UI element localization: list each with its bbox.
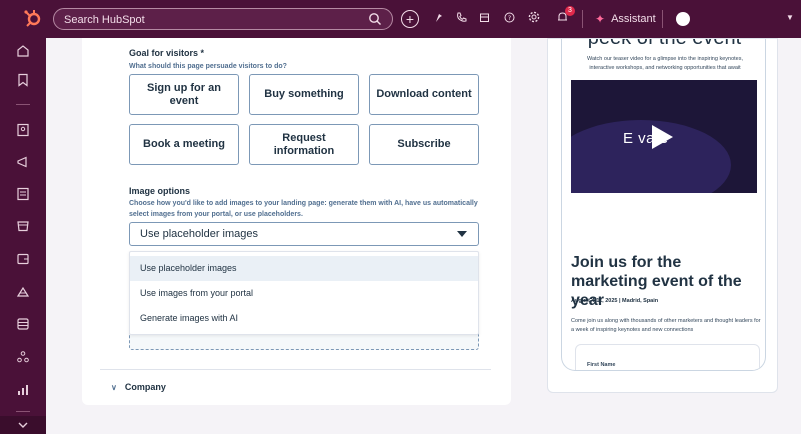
assistant-label: Assistant [611,13,656,25]
phone-icon[interactable] [452,10,470,28]
image-options-label: Image options [129,186,191,196]
left-sidebar [0,38,46,434]
sparkle-icon: ✦ [595,12,606,26]
chevron-down-icon: ∨ [111,382,117,392]
toolbar-divider [582,10,583,28]
mobile-preview-frame[interactable]: peek of the event Watch our teaser video… [561,39,766,371]
company-section-label: Company [124,382,166,392]
goal-option-book-a-meeting[interactable]: Book a meeting [129,124,239,165]
toolbar-divider [662,10,663,28]
search-icon[interactable] [368,12,382,26]
preview-video-thumbnail[interactable]: E vate [571,80,757,193]
play-icon[interactable] [652,125,673,149]
goal-option-download-content[interactable]: Download content [369,74,479,115]
section-divider [100,369,491,370]
preview-hero-title: peek of the event [562,39,765,50]
notification-count-badge: 3 [565,6,575,16]
service-icon[interactable] [15,251,31,267]
goal-label: Goal for visitors * [129,48,205,58]
goal-option-request-information[interactable]: Request information [249,124,359,165]
sidebar-divider [16,411,30,412]
user-avatar[interactable] [676,12,690,26]
preview-signup-form: First Name [575,344,760,370]
image-options-selected-value: Use placeholder images [140,228,259,240]
bookmark-icon[interactable] [15,72,31,88]
image-options-select[interactable]: Use placeholder images [129,222,479,246]
account-chevron-down-icon[interactable]: ▼ [786,13,796,23]
company-section-toggle[interactable]: ∨ Company [111,381,166,393]
preview-teaser-text: Watch our teaser video for a glimpse int… [586,56,743,71]
goal-option-subscribe[interactable]: Subscribe [369,124,479,165]
automation-icon[interactable] [15,284,31,300]
svg-text:?: ? [507,14,510,22]
goal-help-text: What should this page persuade visitors … [129,63,287,70]
reports-chart-icon[interactable] [15,382,31,398]
database-icon[interactable] [15,316,31,332]
landing-page-form-card: Goal for visitors * What should this pag… [82,38,511,405]
marketing-megaphone-icon[interactable] [15,154,31,170]
goal-option-sign-up-for-an-event[interactable]: Sign up for an event [129,74,239,115]
menu-item-use-images-from-portal[interactable]: Use images from your portal [130,281,478,306]
preview-form-field-label: First Name [587,362,616,368]
help-icon[interactable]: ? [500,10,518,28]
commerce-icon[interactable] [15,218,31,234]
caret-down-icon [457,231,467,237]
content-icon[interactable] [15,186,31,202]
assistant-button[interactable]: ✦ Assistant [595,11,656,27]
sidebar-expand-toggle[interactable] [0,416,46,434]
menu-item-generate-images-with-ai[interactable]: Generate images with AI [130,306,478,331]
contacts-icon[interactable] [15,122,31,138]
top-navigation-bar: + ? 3 ✦ Assistant ▼ [0,0,801,38]
flag-icon[interactable] [430,10,448,28]
search-input[interactable] [64,12,354,27]
partners-icon[interactable] [15,349,31,365]
preview-event-date: August 4-11, 2025 | Madrid, Spain [571,298,659,304]
sidebar-divider [16,104,30,105]
preview-event-description: Come join us along with thousands of oth… [571,318,761,333]
landing-page-preview-panel: peek of the event Watch our teaser video… [547,38,778,393]
settings-gear-icon[interactable] [525,10,543,28]
marketplace-icon[interactable] [475,10,493,28]
menu-item-use-placeholder-images[interactable]: Use placeholder images [130,256,478,281]
search-box[interactable] [53,8,393,30]
chevron-down-icon [18,422,28,428]
image-options-dropdown-menu: Use placeholder images Use images from y… [129,251,479,335]
hubspot-logo-icon[interactable] [22,8,44,30]
home-icon[interactable] [15,43,31,59]
create-plus-button[interactable]: + [401,10,419,28]
goal-option-buy-something[interactable]: Buy something [249,74,359,115]
image-options-help-text: Choose how you'd like to add images to y… [129,200,478,218]
